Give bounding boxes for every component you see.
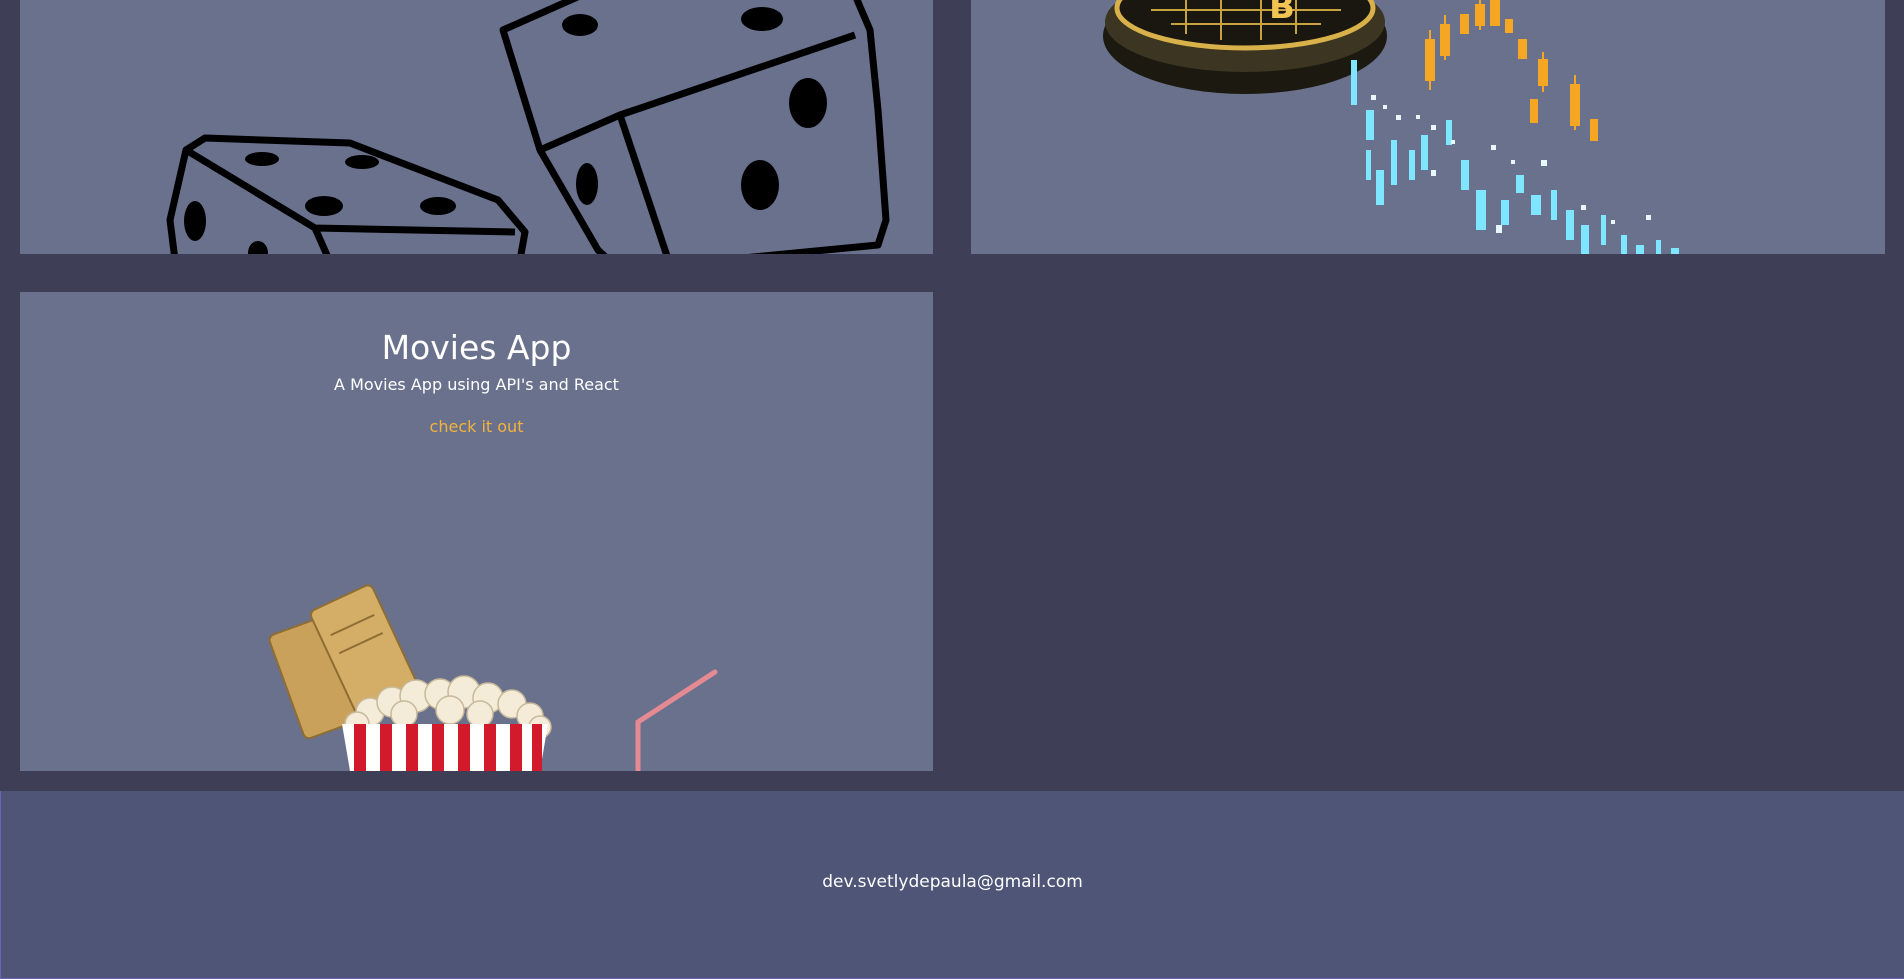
footer: dev.svetlydepaula@gmail.com [0,791,1904,979]
popcorn-bucket [342,724,548,771]
project-card-movies: Movies App A Movies App using API's and … [20,292,933,771]
bitcoin-coin-icon: B [1103,0,1387,94]
dice-image [166,0,890,254]
project-card-dice [20,0,933,254]
bitcoin-chart-image: B [1103,0,1679,254]
die-right [499,0,890,254]
popcorn-tickets-image [268,584,718,771]
die-left [166,134,529,254]
svg-text:B: B [1269,0,1295,27]
drink-straw [635,669,718,771]
project-card-crypto: B [971,0,1885,254]
orange-candles [1425,0,1598,141]
footer-email-link[interactable]: dev.svetlydepaula@gmail.com [1,872,1904,892]
cyan-candles [1351,60,1679,254]
